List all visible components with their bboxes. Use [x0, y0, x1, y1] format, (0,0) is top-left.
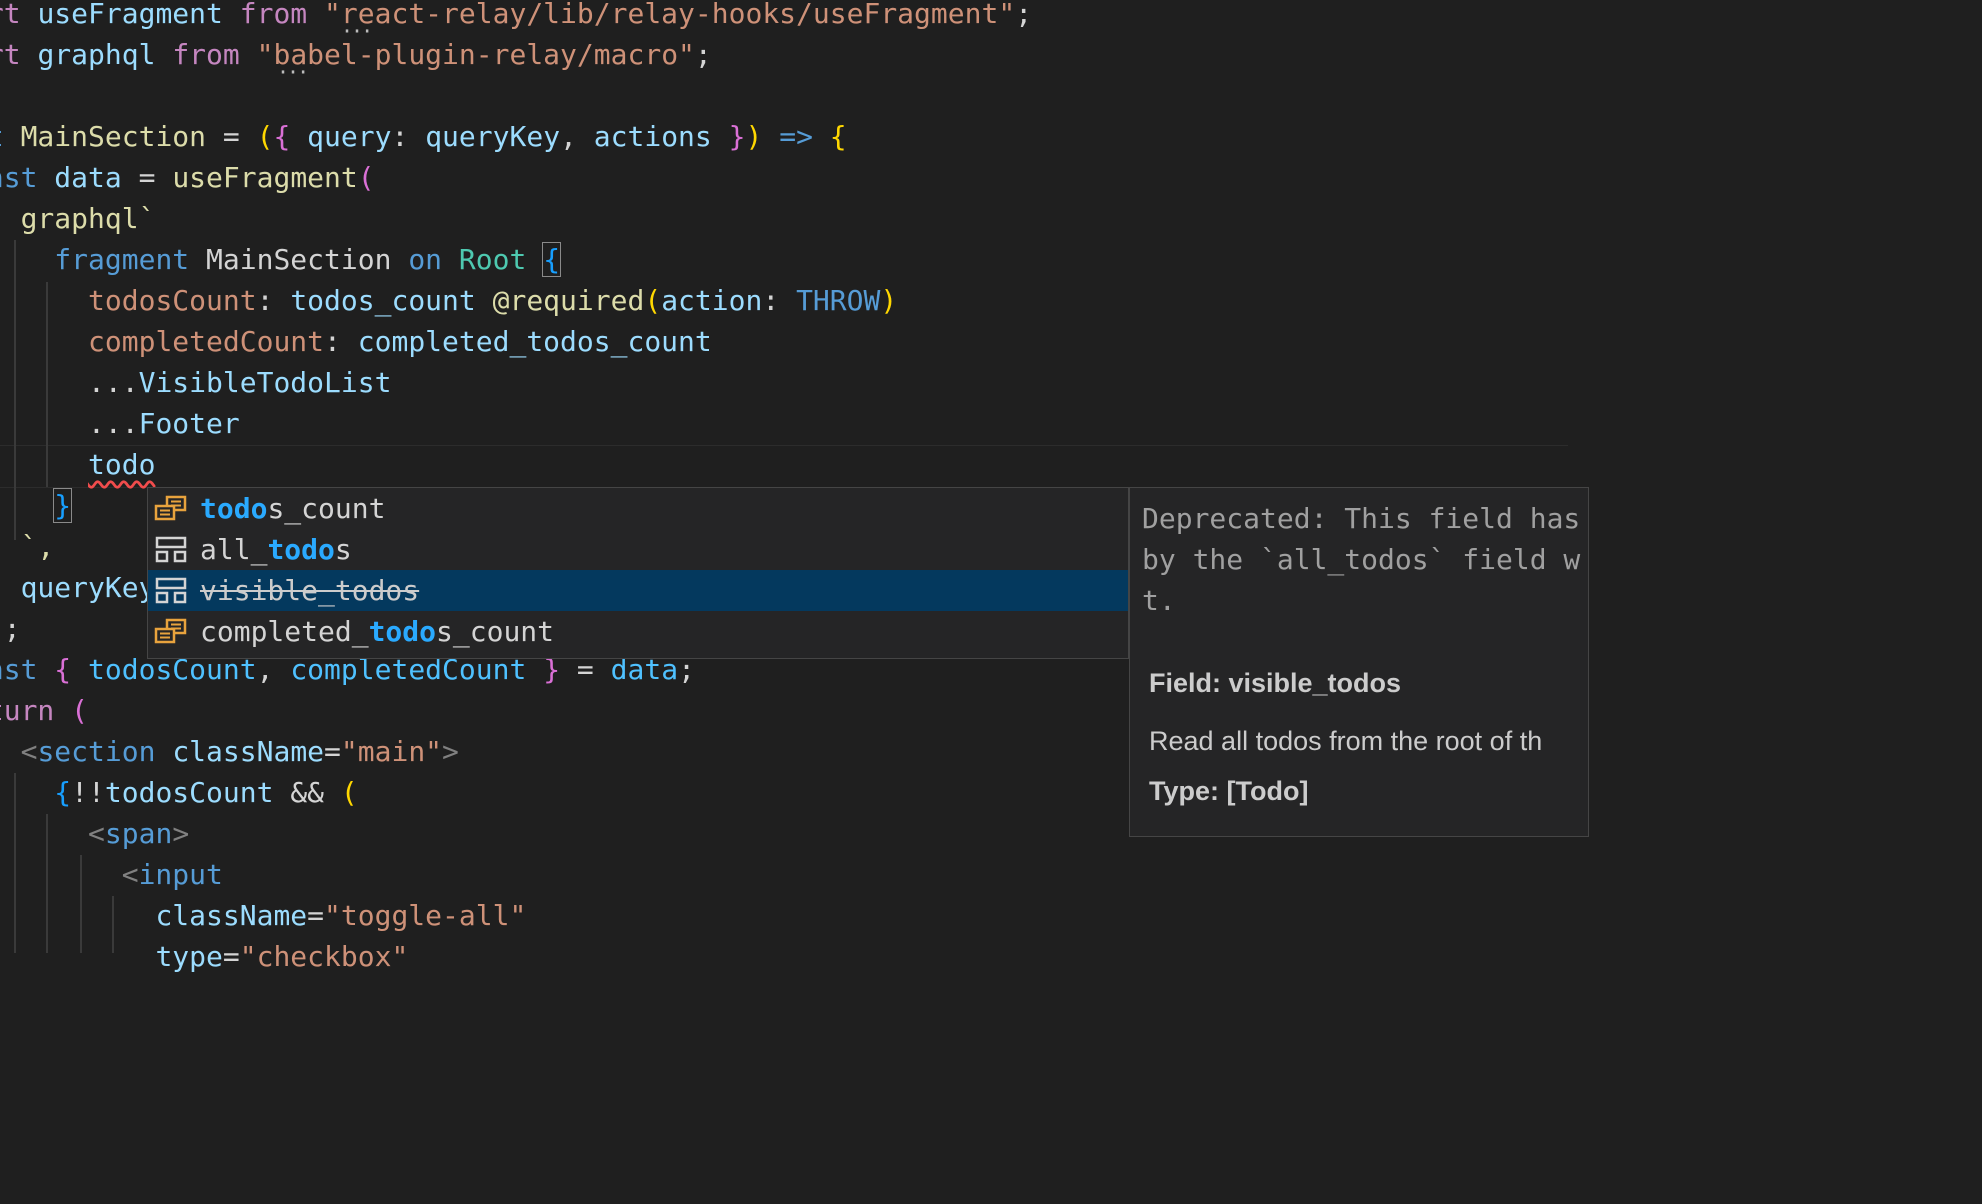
code-line: graphql` [20, 202, 156, 235]
hint-dots: ··· [277, 60, 309, 84]
code-line: } [53, 488, 73, 523]
code-line: st MainSection = ({ query: queryKey, act… [0, 120, 847, 153]
code-line: ort graphql from "babel-plugin-relay/mac… [0, 38, 712, 71]
code-line: {!!todosCount && ( [54, 776, 358, 809]
error-squiggle: todo [88, 448, 156, 481]
code-line: ...VisibleTodoList [88, 366, 392, 399]
code-line: queryKey [20, 571, 156, 604]
field-icon [154, 618, 187, 644]
suggestion-details-panel: Deprecated: This field has by the `all_t… [1129, 487, 1589, 837]
object-icon [155, 536, 187, 563]
code-line: fragment MainSection on Root { [54, 242, 562, 277]
code-line: todosCount: todos_count @required(action… [88, 284, 898, 317]
code-line: ort useFragment from "react-relay/lib/re… [0, 0, 1033, 30]
code-line: className="toggle-all" [155, 899, 527, 932]
suggestion-item[interactable]: completed_todos_count [148, 611, 1128, 652]
code-line: <span> [88, 817, 190, 850]
suggestion-item[interactable]: todos_count [148, 488, 1128, 529]
suggestion-label: visible_todos [200, 574, 420, 607]
object-icon [155, 577, 187, 604]
code-line: <input [121, 858, 223, 891]
suggestion-label: todos_count [200, 492, 386, 525]
current-line-highlight [0, 445, 1568, 488]
code-line: ...Footer [88, 407, 240, 440]
suggestion-item-selected[interactable]: visible_todos [148, 570, 1128, 611]
code-line: type="checkbox" [155, 940, 409, 973]
suggestion-item[interactable]: all_todos [148, 529, 1128, 570]
field-type: Type: [Todo] [1149, 776, 1309, 806]
code-line: eturn ( [0, 694, 89, 727]
code-line: onst data = useFragment( [0, 161, 375, 194]
field-icon [154, 495, 187, 521]
code-line: `, [20, 530, 55, 563]
suggestion-label: all_todos [200, 533, 352, 566]
suggestion-label: completed_todos_count [200, 615, 555, 648]
code-line: completedCount: completed_todos_count [88, 325, 712, 358]
code-line: <section className="main"> [20, 735, 459, 768]
field-heading: Field: visible_todos [1149, 668, 1402, 698]
code-line: ; [3, 612, 21, 645]
deprecation-message: Deprecated: This field has by the `all_t… [1142, 502, 1581, 617]
field-description: Read all todos from the root of th [1149, 726, 1543, 756]
suggest-widget[interactable]: todos_count all_todos visible_todos comp… [147, 487, 1129, 659]
code-line[interactable]: todo [0, 444, 155, 485]
